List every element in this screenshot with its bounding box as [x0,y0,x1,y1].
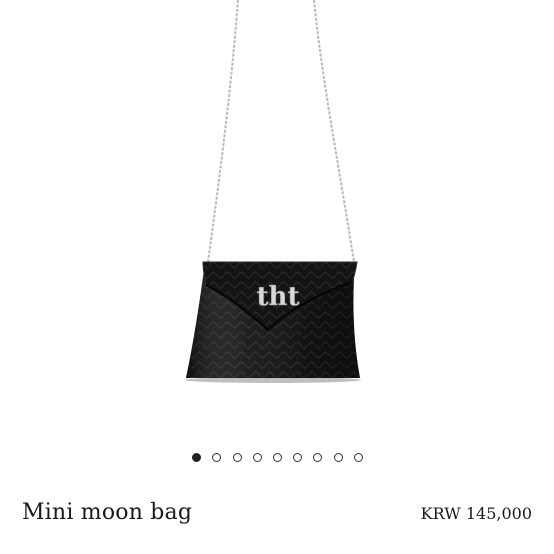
product-price: KRW 145,000 [420,504,532,523]
product-image[interactable]: tht [0,0,554,440]
bag-illustration: tht [185,0,361,383]
logo-mark: tht [257,282,300,312]
product-name[interactable]: Mini moon bag [22,500,192,525]
carousel-dot-2[interactable] [212,452,222,462]
carousel-pagination [0,451,554,463]
product-info: Mini moon bag KRW 145,000 [22,500,532,525]
carousel-dot-8[interactable] [333,452,343,462]
carousel-dot-1[interactable] [192,452,202,462]
carousel-dot-3[interactable] [232,452,242,462]
carousel-dot-6[interactable] [293,452,303,462]
carousel-dot-4[interactable] [252,452,262,462]
carousel-dot-9[interactable] [353,452,363,462]
carousel-dot-5[interactable] [273,452,282,462]
chain-strap [207,0,355,263]
carousel-dot-7[interactable] [313,452,323,462]
